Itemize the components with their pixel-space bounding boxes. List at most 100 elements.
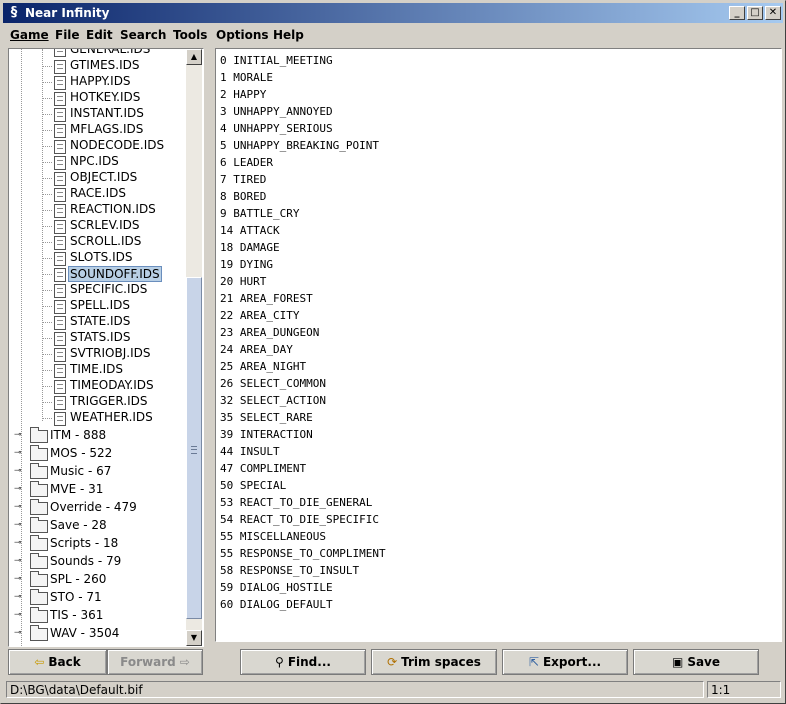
- tree-file-row[interactable]: NPC.IDS: [9, 154, 186, 170]
- file-icon: [54, 396, 66, 410]
- content-line: 3 UNHAPPY_ANNOYED: [220, 105, 333, 118]
- tree-file-row[interactable]: TIMEODAY.IDS: [9, 378, 186, 394]
- file-icon: [54, 300, 66, 314]
- back-arrow-icon: ⇦: [34, 655, 45, 669]
- tree-file-row[interactable]: SPECIFIC.IDS: [9, 282, 186, 298]
- content-line: 44 INSULT: [220, 445, 280, 458]
- expand-toggle-icon[interactable]: ⊸: [14, 629, 23, 638]
- split-divider[interactable]: [205, 48, 211, 688]
- find-icon: ⚲: [275, 655, 284, 669]
- tree-file-row[interactable]: OBJECT.IDS: [9, 170, 186, 186]
- tree-file-label: SOUNDOFF.IDS: [68, 266, 162, 282]
- menu-help[interactable]: Help: [273, 27, 304, 43]
- close-button[interactable]: ✕: [765, 6, 781, 20]
- minimize-button[interactable]: _: [729, 6, 745, 20]
- tree-file-row[interactable]: GTIMES.IDS: [9, 58, 186, 74]
- content-line: 14 ATTACK: [220, 224, 280, 237]
- tree-folder-row[interactable]: ⊸ Save - 28: [9, 517, 186, 533]
- tree-folder-row[interactable]: ⊸ Sounds - 79: [9, 553, 186, 569]
- file-icon: [54, 140, 66, 154]
- find-button[interactable]: ⚲ Find...: [240, 649, 366, 675]
- tree-file-label: SPECIFIC.IDS: [70, 282, 148, 296]
- content-line: 35 SELECT_RARE: [220, 411, 313, 424]
- tree-folder-label: MOS - 522: [50, 446, 113, 460]
- forward-button[interactable]: Forward ⇨: [107, 649, 203, 675]
- menu-game[interactable]: Game: [10, 27, 49, 43]
- save-button[interactable]: ▣ Save: [633, 649, 759, 675]
- status-position: 1:1: [707, 681, 781, 698]
- tree-folder-row[interactable]: ⊸ SPL - 260: [9, 571, 186, 587]
- expand-toggle-icon[interactable]: ⊸: [14, 485, 23, 494]
- tree-file-row[interactable]: SPELL.IDS: [9, 298, 186, 314]
- tree-file-row[interactable]: WEATHER.IDS: [9, 410, 186, 426]
- menu-search[interactable]: Search: [120, 27, 166, 43]
- tree-folder-label: SPL - 260: [50, 572, 107, 586]
- tree-guide-branch: [42, 162, 52, 163]
- tree-scrollbar[interactable]: ▲ ▼: [186, 49, 202, 646]
- tree-file-row[interactable]: TIME.IDS: [9, 362, 186, 378]
- folder-icon: [30, 517, 48, 533]
- maximize-button[interactable]: □: [747, 6, 763, 20]
- tree-file-row[interactable]: INSTANT.IDS: [9, 106, 186, 122]
- expand-toggle-icon[interactable]: ⊸: [14, 539, 23, 548]
- expand-toggle-icon[interactable]: ⊸: [14, 467, 23, 476]
- expand-toggle-icon[interactable]: ⊸: [14, 431, 23, 440]
- scroll-up-button[interactable]: ▲: [186, 49, 202, 65]
- expand-toggle-icon[interactable]: ⊸: [14, 449, 23, 458]
- expand-toggle-icon[interactable]: ⊸: [14, 503, 23, 512]
- export-button[interactable]: ⇱ Export...: [502, 649, 628, 675]
- tree-folder-row[interactable]: ⊸ Music - 67: [9, 463, 186, 479]
- tree-file-label: OBJECT.IDS: [70, 170, 138, 184]
- menu-tools-label: Tools: [173, 28, 208, 42]
- tree-folder-row[interactable]: ⊸ STO - 71: [9, 589, 186, 605]
- tree-file-row[interactable]: SCRLEV.IDS: [9, 218, 186, 234]
- ids-content-view[interactable]: 0 INITIAL_MEETING 1 MORALE 2 HAPPY 3 UNHAPP…: [215, 48, 782, 642]
- tree-file-label: WEATHER.IDS: [70, 410, 153, 424]
- title-bar[interactable]: § Near Infinity _ □ ✕: [3, 3, 783, 23]
- file-icon: [54, 108, 66, 122]
- back-button[interactable]: ⇦ Back: [8, 649, 107, 675]
- scroll-thumb[interactable]: [186, 277, 202, 619]
- expand-toggle-icon[interactable]: ⊸: [14, 575, 23, 584]
- tree-file-row[interactable]: STATS.IDS: [9, 330, 186, 346]
- tree-folder-row[interactable]: ⊸ MVE - 31: [9, 481, 186, 497]
- content-line: 53 REACT_TO_DIE_GENERAL: [220, 496, 373, 509]
- tree-file-label: INSTANT.IDS: [70, 106, 144, 120]
- tree-folder-row[interactable]: ⊸ ITM - 888: [9, 427, 186, 443]
- tree-file-label: SCRLEV.IDS: [70, 218, 140, 232]
- folder-icon: [30, 571, 48, 587]
- expand-toggle-icon[interactable]: ⊸: [14, 557, 23, 566]
- menu-edit[interactable]: Edit: [86, 27, 113, 43]
- tree-file-label: TIME.IDS: [70, 362, 124, 376]
- menu-search-label: Search: [120, 28, 167, 42]
- menu-tools[interactable]: Tools: [173, 27, 207, 43]
- tree-folder-row[interactable]: ⊸ WAV - 3504: [9, 625, 186, 641]
- tree-folder-row[interactable]: ⊸ Override - 479: [9, 499, 186, 515]
- tree-file-row[interactable]: SOUNDOFF.IDS: [9, 266, 186, 282]
- tree-file-row[interactable]: TRIGGER.IDS: [9, 394, 186, 410]
- tree-file-row[interactable]: RACE.IDS: [9, 186, 186, 202]
- tree-file-row[interactable]: HAPPY.IDS: [9, 74, 186, 90]
- content-line: 58 RESPONSE_TO_INSULT: [220, 564, 360, 577]
- expand-toggle-icon[interactable]: ⊸: [14, 593, 23, 602]
- expand-toggle-icon[interactable]: ⊸: [14, 611, 23, 620]
- tree-folder-row[interactable]: ⊸ TIS - 361: [9, 607, 186, 623]
- tree-folder-row[interactable]: ⊸ MOS - 522: [9, 445, 186, 461]
- tree-folder-row[interactable]: ⊸ Scripts - 18: [9, 535, 186, 551]
- tree-file-row[interactable]: REACTION.IDS: [9, 202, 186, 218]
- tree-file-row[interactable]: STATE.IDS: [9, 314, 186, 330]
- content-line: 8 BORED: [220, 190, 267, 203]
- tree-file-row[interactable]: NODECODE.IDS: [9, 138, 186, 154]
- tree-file-row[interactable]: SLOTS.IDS: [9, 250, 186, 266]
- scroll-down-button[interactable]: ▼: [186, 630, 202, 646]
- tree-guide-branch: [42, 290, 52, 291]
- tree-file-row[interactable]: MFLAGS.IDS: [9, 122, 186, 138]
- expand-toggle-icon[interactable]: ⊸: [14, 521, 23, 530]
- menu-file[interactable]: File: [55, 27, 80, 43]
- tree-file-row[interactable]: SCROLL.IDS: [9, 234, 186, 250]
- trim-spaces-button[interactable]: ⟳ Trim spaces: [371, 649, 497, 675]
- resource-tree[interactable]: GENERAL.IDS GTIMES.IDS HAPPY.IDS HOTKEY.IDS…: [8, 48, 204, 647]
- tree-file-row[interactable]: HOTKEY.IDS: [9, 90, 186, 106]
- tree-file-row[interactable]: SVTRIOBJ.IDS: [9, 346, 186, 362]
- menu-options[interactable]: Options: [216, 27, 269, 43]
